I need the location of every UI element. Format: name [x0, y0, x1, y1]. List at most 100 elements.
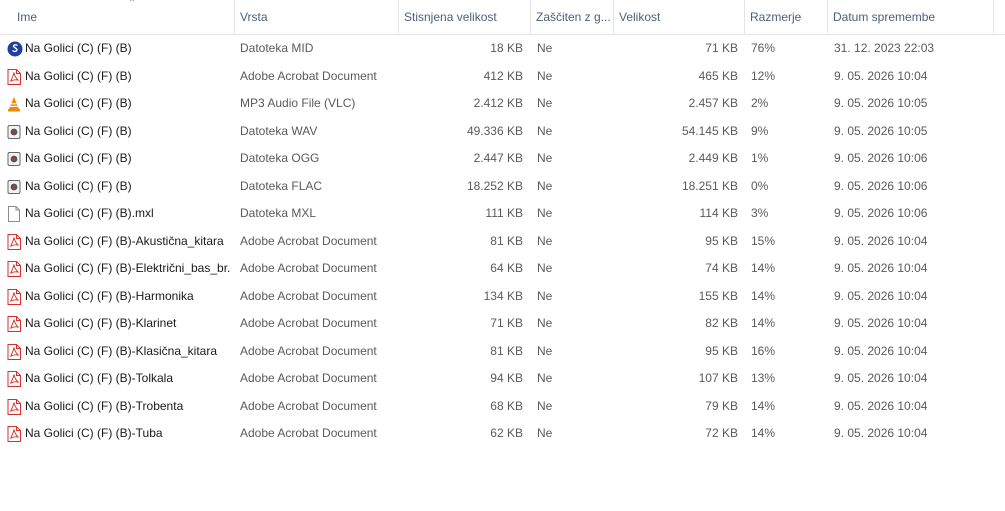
file-ratio: 3% [751, 206, 769, 220]
file-compressed-size: 18 KB [490, 41, 523, 55]
file-ratio: 13% [751, 371, 776, 385]
pdf-icon [7, 261, 21, 277]
audio-icon [7, 179, 21, 195]
column-header-compressed-label: Stisnjena velikost [404, 10, 497, 24]
file-row[interactable]: Na Golici (C) (F) (B)-Tuba Adobe Acrobat … [0, 420, 1005, 448]
file-compressed-size: 2.412 KB [473, 96, 523, 110]
file-compressed-size: 94 KB [490, 371, 523, 385]
file-size: 107 KB [698, 371, 738, 385]
file-row[interactable]: Na Golici (C) (F) (B) Datoteka WAV 49.336 … [0, 118, 1005, 146]
file-size: 95 KB [705, 233, 738, 248]
file-row[interactable]: Na Golici (C) (F) (B) Adobe Acrobat Docum… [0, 63, 1005, 91]
file-modified-date: 9. 05. 2026 10:04 [834, 343, 928, 358]
file-protected: Ne [537, 96, 553, 110]
file-row[interactable]: Na Golici (C) (F) (B).mxl Datoteka MXL 111… [0, 200, 1005, 228]
file-row[interactable]: Na Golici (C) (F) (B) MP3 Audio File (VLC… [0, 90, 1005, 118]
file-protected: Ne [537, 398, 553, 413]
file-row[interactable]: Na Golici (C) (F) (B) Datoteka MID 18 KB Ne… [0, 35, 1005, 63]
file-modified-date: 9. 05. 2026 10:04 [834, 371, 928, 385]
file-row[interactable]: Na Golici (C) (F) (B)-Harmonika Adobe Acr… [0, 283, 1005, 311]
file-size: 114 KB [699, 206, 738, 220]
file-type: Adobe Acrobat Document [240, 343, 377, 358]
column-header-ratio[interactable]: Razmerje [745, 0, 828, 34]
file-ratio: 2% [751, 96, 769, 110]
file-size: 54.145 KB [681, 123, 738, 138]
file-name: Na Golici (C) (F) (B)-Harmonika [25, 288, 194, 303]
column-header-name[interactable]: ⌃ Ime [12, 0, 235, 34]
file-ratio: 1% [751, 151, 769, 165]
column-header-size[interactable]: Velikost [614, 0, 745, 34]
column-header-modified[interactable]: Datum spremembe [828, 0, 994, 34]
file-name: Na Golici (C) (F) (B)-Tuba [25, 426, 163, 440]
file-row[interactable]: Na Golici (C) (F) (B)-Tolkala Adobe Acrob… [0, 365, 1005, 393]
file-compressed-size: 64 KB [490, 261, 523, 275]
file-compressed-size: 134 KB [483, 288, 523, 303]
file-compressed-size: 81 KB [490, 233, 523, 248]
file-modified-date: 9. 05. 2026 10:04 [834, 261, 928, 275]
column-header-name-label: Ime [17, 10, 38, 24]
file-row[interactable]: Na Golici (C) (F) (B)-Klasična_kitara Ado… [0, 338, 1005, 366]
file-ratio: 14% [751, 398, 776, 413]
pdf-icon [7, 288, 21, 305]
column-header-type[interactable]: Vrsta [235, 0, 399, 34]
file-ratio: 76% [751, 41, 776, 55]
file-type: Adobe Acrobat Document [240, 426, 377, 440]
column-header-size-label: Velikost [619, 10, 661, 24]
file-protected: Ne [537, 288, 553, 303]
file-ratio: 14% [751, 316, 776, 330]
file-size: 71 KB [705, 41, 738, 55]
file-type: Datoteka FLAC [240, 178, 323, 193]
file-type: MP3 Audio File (VLC) [240, 96, 356, 110]
file-protected: Ne [537, 261, 553, 275]
file-name: Na Golici (C) (F) (B)-Klasična_kitara [25, 343, 218, 358]
file-modified-date: 9. 05. 2026 10:06 [834, 178, 928, 193]
pdf-icon [7, 233, 21, 250]
file-name: Na Golici (C) (F) (B) [25, 151, 132, 165]
file-type: Adobe Acrobat Document [240, 371, 377, 385]
file-compressed-size: 111 KB [485, 206, 523, 220]
blank-file-icon [7, 206, 21, 222]
file-row[interactable]: Na Golici (C) (F) (B)-Klarinet Adobe Acro… [0, 310, 1005, 338]
file-size: 72 KB [705, 426, 738, 440]
file-name: Na Golici (C) (F) (B)-Tolkala [25, 371, 174, 385]
file-type: Adobe Acrobat Document [240, 233, 377, 248]
file-ratio: 14% [751, 426, 776, 440]
file-compressed-size: 2.447 KB [473, 151, 523, 165]
file-protected: Ne [537, 233, 553, 248]
column-header-bar: ⌃ Ime Vrsta Stisnjena velikost Zaščiten … [0, 0, 1005, 35]
file-ratio: 9% [751, 123, 769, 138]
file-size: 2.457 KB [688, 96, 738, 110]
file-row[interactable]: Na Golici (C) (F) (B)-Električni_bas_br.… [0, 255, 1005, 283]
file-modified-date: 9. 05. 2026 10:04 [834, 288, 928, 303]
file-size: 74 KB [705, 261, 738, 275]
file-ratio: 14% [751, 261, 776, 275]
file-type: Datoteka WAV [240, 123, 318, 138]
file-compressed-size: 81 KB [490, 343, 523, 358]
file-protected: Ne [537, 178, 553, 193]
file-compressed-size: 49.336 KB [466, 123, 523, 138]
file-compressed-size: 18.252 KB [466, 178, 523, 193]
column-header-protected[interactable]: Zaščiten z g... [531, 0, 614, 34]
file-name: Na Golici (C) (F) (B)-Trobenta [25, 398, 184, 413]
file-modified-date: 9. 05. 2026 10:04 [834, 426, 928, 440]
file-modified-date: 9. 05. 2026 10:04 [834, 68, 928, 83]
file-row[interactable]: Na Golici (C) (F) (B) Datoteka FLAC 18.252… [0, 173, 1005, 201]
file-row[interactable]: Na Golici (C) (F) (B)-Akustična_kitara Ad… [0, 228, 1005, 256]
file-row[interactable]: Na Golici (C) (F) (B)-Trobenta Adobe Acro… [0, 393, 1005, 421]
file-size: 155 KB [698, 288, 738, 303]
file-name: Na Golici (C) (F) (B)-Klarinet [25, 316, 177, 330]
file-row[interactable]: Na Golici (C) (F) (B) Datoteka OGG 2.447 K… [0, 145, 1005, 173]
sort-ascending-icon: ⌃ [128, 0, 137, 9]
file-protected: Ne [537, 343, 553, 358]
file-compressed-size: 412 KB [483, 68, 523, 83]
column-header-compressed-size[interactable]: Stisnjena velikost [399, 0, 531, 34]
file-compressed-size: 62 KB [490, 426, 523, 440]
file-protected: Ne [537, 41, 553, 55]
column-header-type-label: Vrsta [240, 10, 268, 24]
file-protected: Ne [537, 371, 553, 385]
file-protected: Ne [537, 316, 553, 330]
file-type: Adobe Acrobat Document [240, 316, 377, 330]
audio-icon [7, 124, 21, 140]
file-name: Na Golici (C) (F) (B) [25, 68, 132, 83]
file-modified-date: 31. 12. 2023 22:03 [834, 41, 935, 55]
